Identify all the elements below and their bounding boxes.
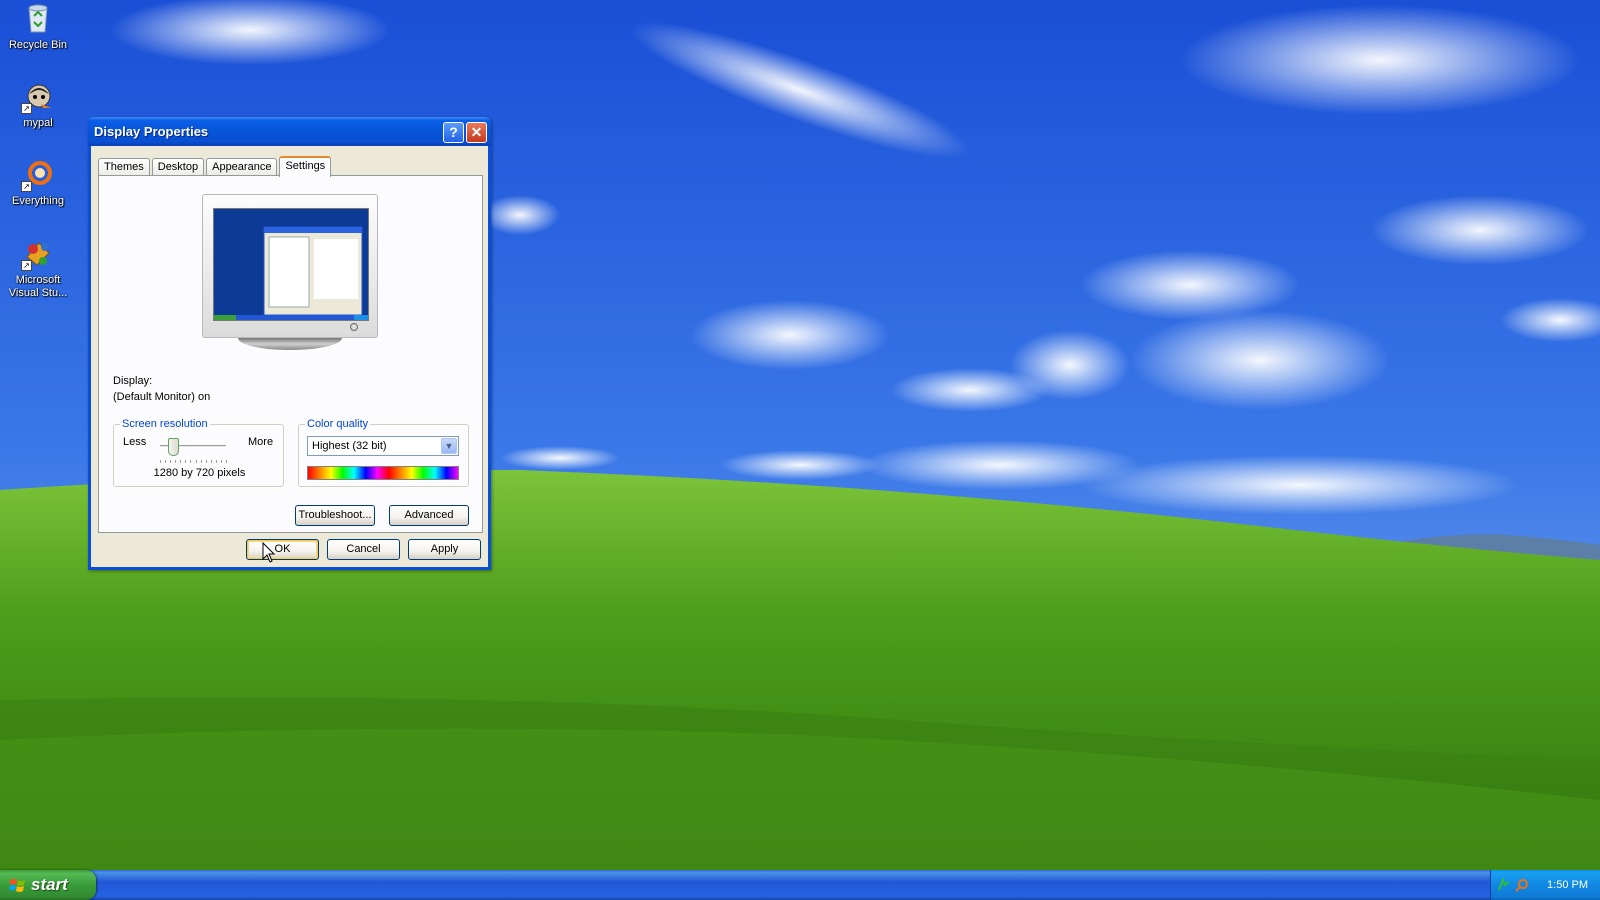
troubleshoot-button[interactable]: Troubleshoot... (295, 505, 375, 526)
desktop-icon-visual-studio[interactable]: ↗ Microsoft Visual Stu... (2, 237, 74, 300)
slider-tick (170, 460, 171, 463)
display-properties-window: Display Properties ? ✕ Themes Desktop Ap… (88, 117, 491, 570)
slider-tick (216, 460, 217, 463)
slider-tick (180, 460, 181, 463)
tab-desktop[interactable]: Desktop (151, 158, 205, 176)
recycle-bin-icon (21, 2, 55, 36)
window-title: Display Properties (94, 124, 209, 139)
taskbar: start 1:50 PM (0, 870, 1600, 900)
window-title-bar[interactable]: Display Properties ? ✕ (88, 117, 491, 146)
monitor-case (202, 194, 378, 338)
mouse-cursor-icon (262, 542, 276, 563)
windows-logo-icon (9, 878, 25, 892)
visual-studio-icon: ↗ (21, 237, 55, 271)
power-button-icon (349, 322, 359, 332)
resolution-value: 1280 by 720 pixels (153, 467, 246, 479)
color-quality-group: Color quality Highest (32 bit) ▼ (298, 418, 469, 487)
tab-settings[interactable]: Settings (279, 156, 332, 177)
network-icon[interactable] (1497, 878, 1511, 892)
start-button[interactable]: start (0, 870, 96, 900)
desktop-icon-everything[interactable]: ↗ Everything (2, 158, 74, 208)
window-client-area: Themes Desktop Appearance Settings Displ… (91, 146, 488, 567)
color-quality-selected: Highest (32 bit) (312, 440, 387, 452)
slider-tick (211, 460, 212, 463)
slider-tick (190, 460, 191, 463)
help-button[interactable]: ? (443, 122, 464, 143)
desktop-icon-label: Recycle Bin (8, 39, 68, 51)
screen-resolution-legend: Screen resolution (120, 418, 210, 430)
monitor-preview (202, 194, 378, 354)
slider-tick (221, 460, 222, 463)
slider-tick (160, 460, 161, 463)
tab-themes[interactable]: Themes (98, 158, 150, 176)
ok-button[interactable]: OK (246, 539, 319, 560)
shortcut-arrow-icon: ↗ (21, 181, 32, 192)
tab-appearance[interactable]: Appearance (206, 158, 278, 176)
color-quality-legend: Color quality (305, 418, 371, 430)
search-icon[interactable] (1515, 878, 1529, 892)
slider-tick (226, 460, 227, 463)
color-spectrum-preview (307, 466, 459, 480)
slider-tick (196, 460, 197, 463)
system-tray: 1:50 PM (1490, 870, 1600, 900)
slider-tick (175, 460, 176, 463)
shortcut-arrow-icon: ↗ (21, 260, 32, 271)
monitor-preview-screen (213, 208, 369, 321)
slider-tick (206, 460, 207, 463)
monitor-stand (238, 338, 342, 350)
slider-tick (165, 460, 166, 463)
display-label: Display: (113, 375, 153, 387)
slider-tick (185, 460, 186, 463)
desktop-icon-mypal[interactable]: ↗ mypal (2, 80, 74, 130)
desktop-icon-recycle-bin[interactable]: Recycle Bin (2, 2, 74, 52)
more-label: More (248, 436, 274, 448)
desktop-icon-label: Everything (12, 195, 64, 207)
color-quality-dropdown[interactable]: Highest (32 bit) ▼ (307, 436, 459, 456)
less-label: Less (123, 436, 147, 448)
shortcut-arrow-icon: ↗ (21, 103, 32, 114)
screen-resolution-group: Screen resolution Less More 1280 by 720 … (113, 418, 284, 487)
settings-tab-panel: Display: (Default Monitor) on Screen res… (98, 175, 483, 533)
cancel-button[interactable]: Cancel (327, 539, 400, 560)
mypal-icon: ↗ (21, 80, 55, 114)
advanced-button[interactable]: Advanced (389, 505, 469, 526)
display-value: (Default Monitor) on (113, 391, 211, 403)
help-icon: ? (449, 124, 458, 140)
start-label: start (31, 875, 68, 894)
apply-button[interactable]: Apply (408, 539, 481, 560)
close-button[interactable]: ✕ (466, 122, 487, 143)
clock[interactable]: 1:50 PM (1547, 870, 1588, 900)
chevron-down-icon[interactable]: ▼ (441, 438, 457, 454)
slider-tick (201, 460, 202, 463)
close-icon: ✕ (470, 124, 483, 140)
tab-strip: Themes Desktop Appearance Settings (98, 155, 333, 177)
resolution-slider-thumb[interactable] (168, 438, 180, 456)
everything-search-icon: ↗ (21, 158, 55, 192)
desktop-icon-label: Microsoft Visual Stu... (8, 274, 68, 299)
desktop-icon-label: mypal (23, 117, 53, 129)
